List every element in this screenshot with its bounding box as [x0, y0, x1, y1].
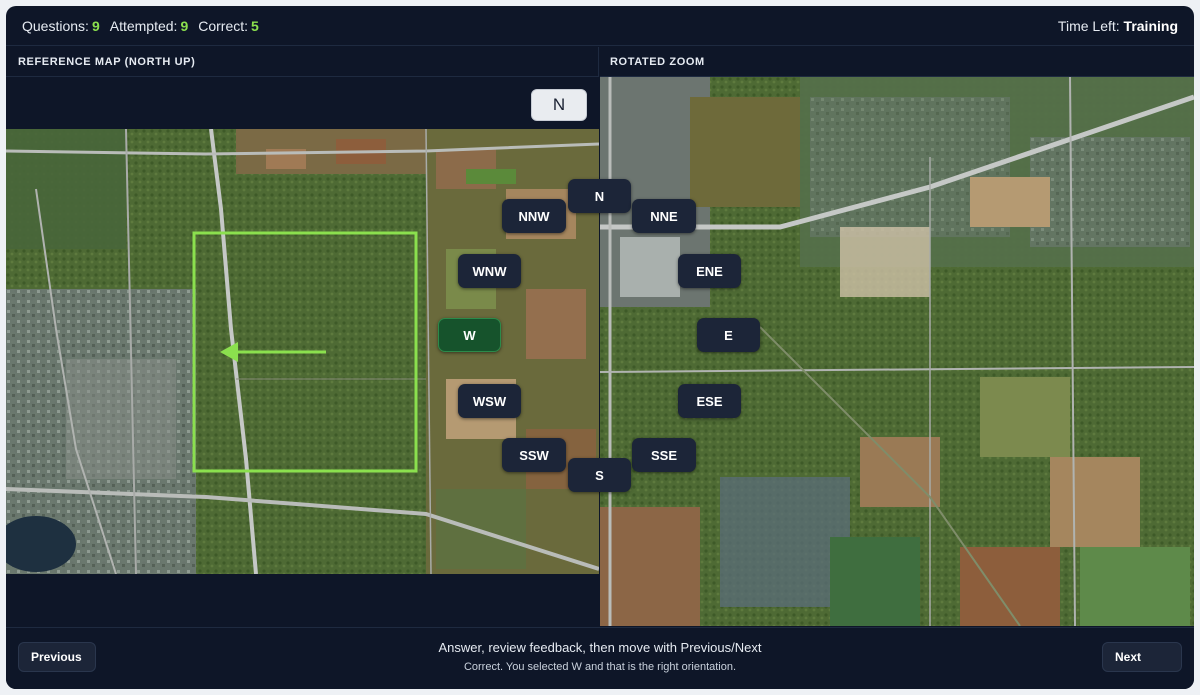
instruction-text: Answer, review feedback, then move with … [438, 640, 762, 655]
footer-message: Answer, review feedback, then move with … [306, 640, 894, 673]
time-left: Time Left: Training [1058, 18, 1178, 34]
footer-bar: Previous Answer, review feedback, then m… [6, 627, 1194, 689]
correct-label: Correct: [198, 17, 249, 34]
stats-group: Questions: 9 Attempted: 9 Correct: 5 [22, 18, 259, 34]
next-button[interactable]: Next [1102, 642, 1182, 672]
time-left-value: Training [1123, 17, 1178, 34]
reference-map[interactable] [6, 129, 599, 574]
direction-button-s[interactable]: S [568, 458, 631, 492]
app-window: Questions: 9 Attempted: 9 Correct: 5 Time L… [6, 6, 1194, 689]
direction-button-ese[interactable]: ESE [678, 384, 741, 418]
correct-stat: Correct: 5 [198, 18, 259, 34]
north-reset-button[interactable]: N [531, 89, 587, 121]
direction-button-e[interactable]: E [697, 318, 760, 352]
attempted-count: 9 [180, 17, 189, 34]
direction-button-nnw[interactable]: NNW [502, 199, 566, 233]
previous-button[interactable]: Previous [18, 642, 96, 672]
feedback-text: Correct. You selected W and that is the … [463, 661, 737, 673]
direction-button-ssw[interactable]: SSW [502, 438, 566, 472]
rotated-zoom-map[interactable] [600, 77, 1194, 626]
reference-map-title: REFERENCE MAP (NORTH UP) [6, 47, 599, 77]
direction-button-wsw[interactable]: WSW [458, 384, 521, 418]
direction-button-ene[interactable]: ENE [678, 254, 741, 288]
reference-map-panel: N [6, 77, 599, 626]
time-left-label: Time Left: [1057, 17, 1120, 34]
questions-label: Questions: [22, 17, 89, 34]
questions-stat: Questions: 9 [22, 18, 100, 34]
status-bar: Questions: 9 Attempted: 9 Correct: 5 Time L… [6, 6, 1194, 46]
attempted-stat: Attempted: 9 [110, 18, 189, 34]
questions-count: 9 [91, 17, 100, 34]
direction-button-n[interactable]: N [568, 179, 631, 213]
direction-button-nne[interactable]: NNE [632, 199, 696, 233]
correct-count: 5 [251, 17, 259, 34]
rotated-zoom-title: ROTATED ZOOM [600, 47, 1194, 77]
rotated-zoom-panel [600, 77, 1194, 626]
direction-button-sse[interactable]: SSE [632, 438, 696, 472]
direction-button-w[interactable]: W [438, 318, 501, 352]
direction-button-wnw[interactable]: WNW [458, 254, 521, 288]
attempted-label: Attempted: [109, 17, 178, 34]
